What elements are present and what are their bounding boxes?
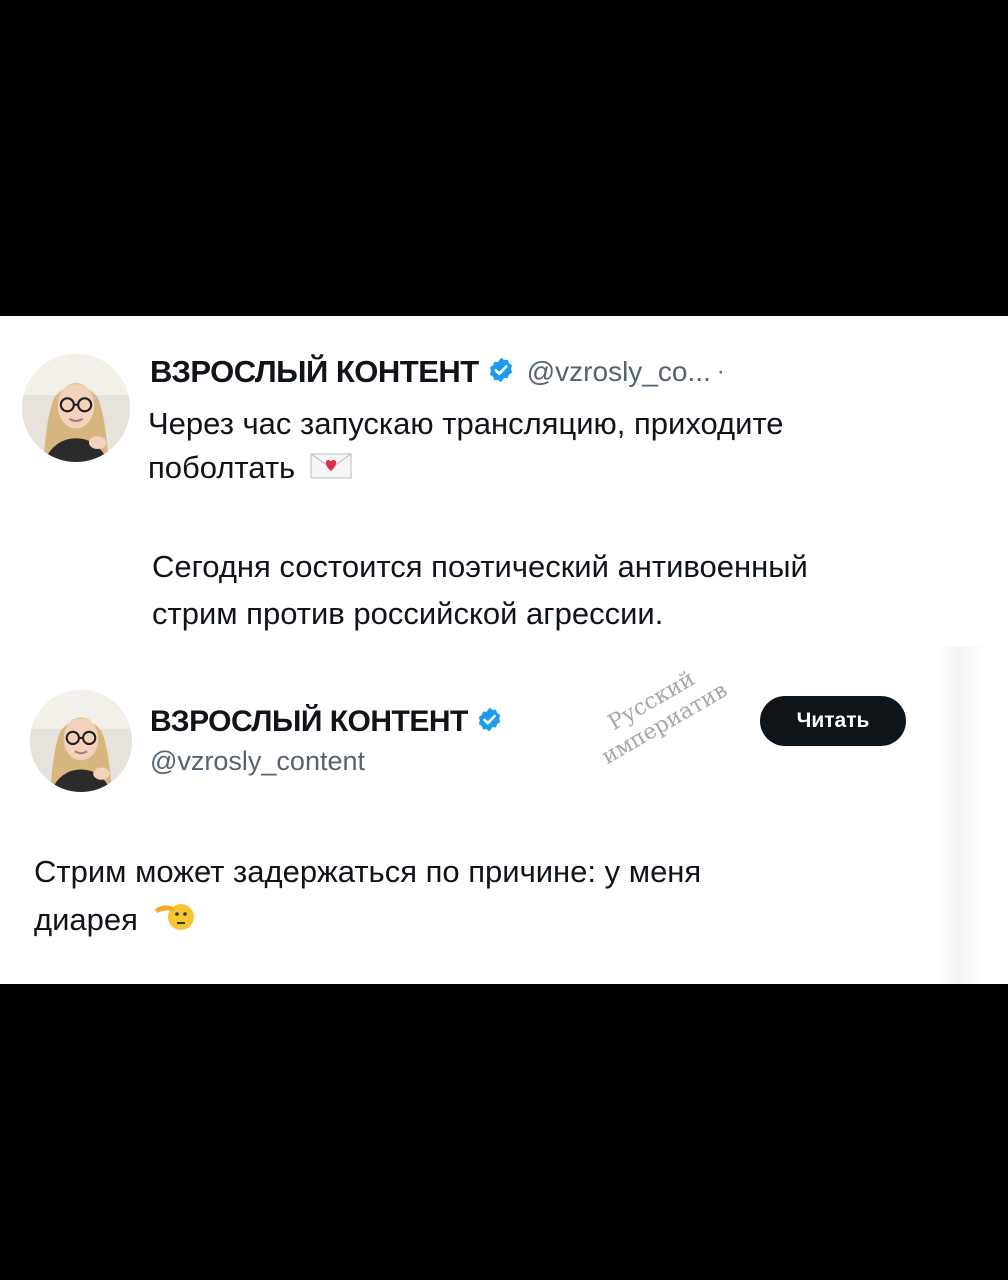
handle[interactable]: @vzrosly_content [150,746,365,777]
separator-dot: · [716,358,725,385]
screenshot-panel: ВЗРОСЛЫЙ КОНТЕНТ @vzrosly_co... · Через … [0,316,1008,984]
avatar[interactable] [30,690,132,792]
watermark: Русский империатив [572,648,774,828]
love-letter-icon [310,448,352,492]
display-name[interactable]: ВЗРОСЛЫЙ КОНТЕНТ [150,354,479,390]
divider-shade [936,646,1008,984]
tweet2-text-line2-row: диарея [34,896,701,947]
verified-badge-icon [487,356,515,389]
follow-button[interactable]: Читать [760,696,906,746]
caption-line1: Сегодня состоится поэтический антивоенны… [152,549,808,584]
tweet2-text-line1: Стрим может задержаться по причине: у ме… [34,854,702,889]
display-name[interactable]: ВЗРОСЛЫЙ КОНТЕНТ [150,705,468,739]
tweet2-text: Стрим может задержаться по причине: у ме… [34,848,701,947]
caption-line2: стрим против российской агрессии. [152,595,664,631]
tweet1-text-line1: Через час запускаю трансляцию, приходите [148,406,784,441]
saluting-face-icon [153,897,197,947]
verified-badge-icon [476,706,503,738]
handle[interactable]: @vzrosly_co... [527,356,711,388]
tweet1-header: ВЗРОСЛЫЙ КОНТЕНТ @vzrosly_co... · [150,352,725,392]
tweet1-text-line2: поболтать [148,450,296,486]
caption: Сегодня состоится поэтический антивоенны… [152,544,808,637]
tweet2-header: ВЗРОСЛЫЙ КОНТЕНТ [150,702,503,742]
avatar[interactable] [22,354,130,462]
tweet1-text: Через час запускаю трансляцию, приходите… [148,402,784,492]
tweet2-text-line2: диарея [34,902,138,938]
tweet1-text-line2-row: поболтать [148,446,784,492]
